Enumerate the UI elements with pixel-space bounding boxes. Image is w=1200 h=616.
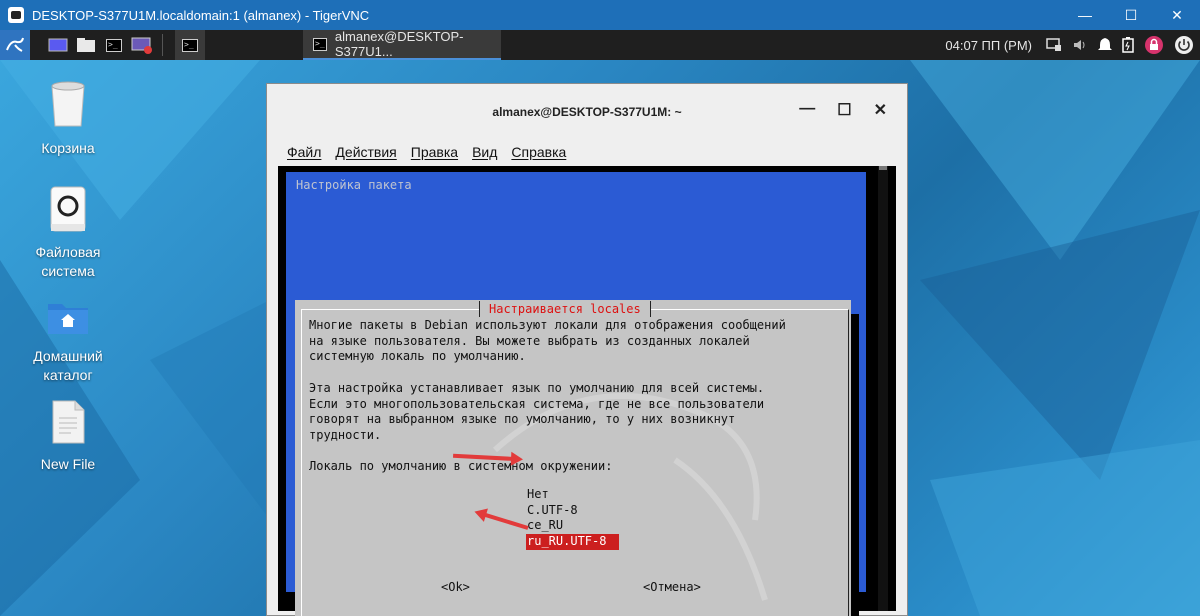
desktop-icon-filesystem[interactable]: Файловая система [13, 186, 123, 281]
desktop-icon-new-file[interactable]: New File [13, 400, 123, 474]
volume-icon[interactable] [1072, 38, 1088, 52]
locale-option-selected[interactable]: ru_RU.UTF-8 [526, 534, 619, 550]
ok-button[interactable]: <Ok> [441, 580, 470, 594]
menu-help[interactable]: Справка [511, 144, 566, 160]
screen-record-icon[interactable] [128, 30, 156, 60]
desktop-icon-label: Корзина [41, 140, 95, 156]
locale-option[interactable]: C.UTF-8 [526, 503, 619, 519]
terminal-maximize-button[interactable]: ☐ [837, 100, 851, 120]
vnc-title-bar: DESKTOP-S377U1M.localdomain:1 (almanex) … [0, 0, 1200, 30]
kali-menu-button[interactable] [0, 30, 30, 60]
desktop-icon-label: Файловая система [35, 244, 101, 279]
terminal-title-bar[interactable]: almanex@DESKTOP-S377U1M: ~ — ☐ ✕ [267, 84, 907, 140]
desktop-icon-home[interactable]: Домашний каталог [13, 298, 123, 385]
file-manager-icon[interactable] [72, 30, 100, 60]
desktop-icon-trash[interactable]: Корзина [13, 80, 123, 158]
menu-edit[interactable]: Правка [411, 144, 458, 160]
desktop-icon-label: Домашний каталог [33, 348, 103, 383]
taskbar-item-label: almanex@DESKTOP-S377U1... [334, 29, 464, 59]
panel-separator [162, 34, 163, 56]
terminal-launcher-icon[interactable]: >_ [100, 30, 128, 60]
drive-icon [50, 186, 86, 232]
desktop-icon-label: New File [40, 456, 96, 472]
terminal-menubar: Файл Действия Правка Вид Справка [267, 140, 907, 164]
minimize-button[interactable]: — [1062, 0, 1108, 30]
menu-actions[interactable]: Действия [335, 144, 396, 160]
trash-icon [51, 81, 85, 127]
locales-dialog: Настраивается locales Многие пакеты в De… [295, 300, 851, 616]
dialog-caption: Настраивается locales [479, 301, 651, 317]
vnc-window-title: DESKTOP-S377U1M.localdomain:1 (almanex) … [32, 7, 370, 23]
terminal-screen[interactable]: Настройка пакета Настраивается locales М… [278, 166, 896, 616]
cancel-button[interactable]: <Отмена> [643, 580, 701, 594]
notification-bell-icon[interactable] [1098, 37, 1112, 53]
maximize-button[interactable]: ☐ [1108, 0, 1154, 30]
menu-view[interactable]: Вид [472, 144, 497, 160]
locale-option[interactable]: ce_RU [526, 518, 619, 534]
kali-logo-icon [6, 37, 24, 52]
terminal-title: almanex@DESKTOP-S377U1M: ~ [492, 105, 682, 119]
xfce-panel: >_ >_ >_ almanex@DESKTOP-S377U1... 04:07… [0, 29, 1200, 60]
terminal-window: almanex@DESKTOP-S377U1M: ~ — ☐ ✕ Файл Де… [266, 83, 908, 616]
show-desktop-icon[interactable] [44, 30, 72, 60]
close-button[interactable]: ✕ [1154, 0, 1200, 30]
home-folder-icon [48, 304, 88, 334]
panel-tray: 04:07 ПП (PM) [945, 30, 1194, 60]
terminal-scrollbar[interactable] [878, 166, 888, 611]
power-icon[interactable] [1174, 35, 1194, 55]
terminal-icon: >_ [313, 37, 327, 51]
dialog-message: Многие пакеты в Debian используют локали… [309, 318, 786, 474]
lock-screen-icon[interactable] [1144, 35, 1164, 55]
locale-options-list: Нет C.UTF-8 ce_RU ru_RU.UTF-8 [526, 487, 619, 550]
workspace-switcher[interactable]: >_ [175, 30, 205, 60]
terminal-close-button[interactable]: ✕ [874, 100, 887, 120]
vnc-window-controls: — ☐ ✕ [1062, 0, 1200, 30]
display-icon[interactable] [1046, 38, 1062, 52]
clock[interactable]: 04:07 ПП (PM) [945, 38, 1032, 53]
battery-icon[interactable] [1122, 37, 1134, 53]
tigervnc-icon [8, 7, 24, 23]
package-config-title: Настройка пакета [296, 178, 412, 192]
taskbar-item-terminal[interactable]: >_ almanex@DESKTOP-S377U1... [303, 29, 501, 60]
locale-option[interactable]: Нет [526, 487, 619, 503]
menu-file[interactable]: Файл [287, 144, 321, 160]
file-icon [52, 400, 85, 444]
terminal-minimize-button[interactable]: — [799, 100, 815, 120]
